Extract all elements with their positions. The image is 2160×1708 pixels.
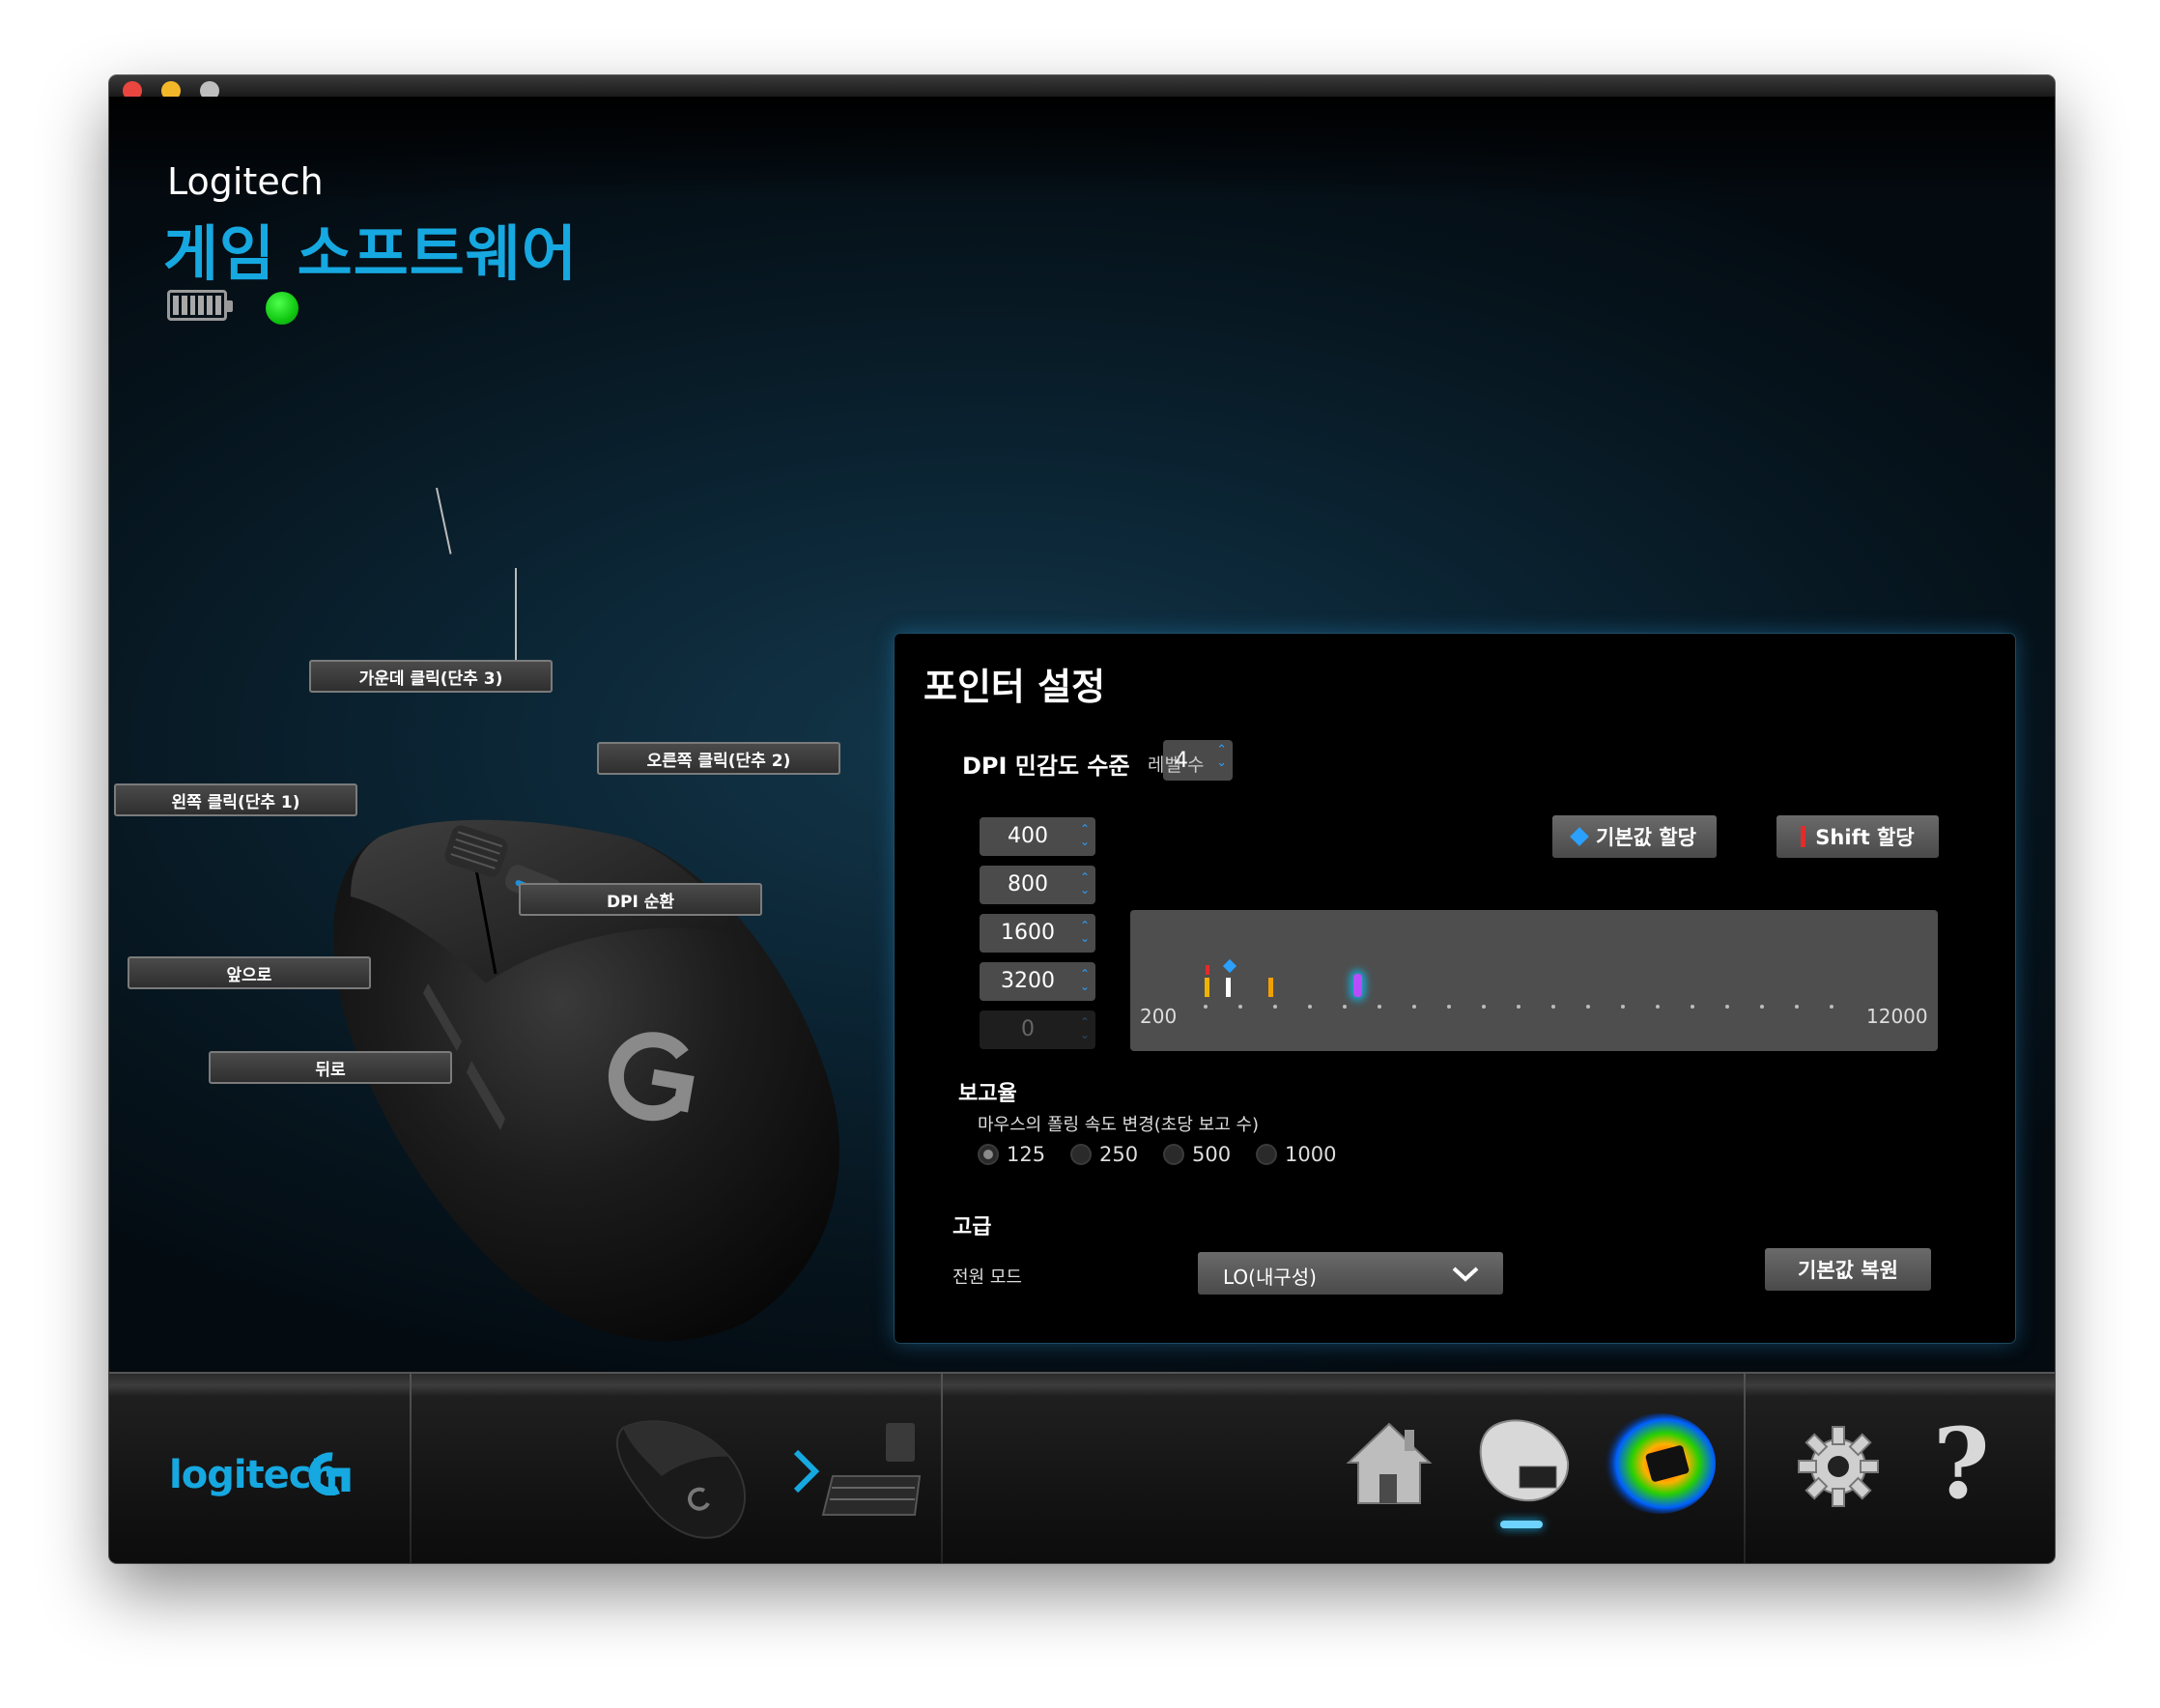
radio-circle-icon <box>978 1144 999 1165</box>
dpi-levels-label: DPI 민감도 수준 <box>962 753 1130 780</box>
assign-default-button[interactable]: 기본값 할당 <box>1552 815 1717 858</box>
label-dpi-cycle[interactable]: DPI 순환 <box>519 883 762 916</box>
keyboard-device-icon[interactable] <box>818 1418 924 1524</box>
report-rate-radio[interactable]: 1000 <box>1256 1143 1336 1166</box>
dpi-marker[interactable] <box>1268 978 1273 997</box>
slider-tick <box>1691 1005 1694 1009</box>
brand-name: Logitech <box>167 160 324 203</box>
slider-tick <box>1795 1005 1799 1009</box>
slider-tick <box>1447 1005 1451 1009</box>
stepper-arrows-icon: ⌃ ⌄ <box>1079 1015 1090 1041</box>
active-tab-indicator <box>1500 1521 1543 1528</box>
slider-tick <box>1517 1005 1521 1009</box>
bottom-divider <box>1744 1372 1746 1563</box>
slider-tick <box>1621 1005 1625 1009</box>
dpi-level-field[interactable]: 800 ⌃ ⌄ <box>980 866 1095 904</box>
advanced-title: 고급 <box>952 1215 992 1239</box>
heatmap-icon[interactable] <box>1602 1410 1718 1517</box>
help-icon[interactable]: ? <box>1933 1407 1990 1521</box>
bottom-divider <box>941 1372 943 1563</box>
shift-marker-icon <box>1801 826 1806 847</box>
power-mode-label: 전원 모드 <box>952 1267 1022 1288</box>
slider-tick <box>1760 1005 1764 1009</box>
chevron-right-icon[interactable] <box>791 1447 820 1495</box>
battery-icon <box>167 290 233 321</box>
report-rate-radio[interactable]: 250 <box>1070 1143 1138 1166</box>
titlebar <box>109 75 2055 100</box>
dpi-marker[interactable] <box>1205 978 1209 997</box>
radio-circle-icon <box>1163 1144 1184 1165</box>
power-mode-value: LO(내구성) <box>1223 1266 1317 1289</box>
shift-marker <box>1206 965 1209 975</box>
label-left-click[interactable]: 왼쪽 클릭(단추 1) <box>114 783 357 816</box>
slider-tick <box>1656 1005 1660 1009</box>
dpi-marker[interactable] <box>1226 978 1231 997</box>
radio-circle-icon <box>1070 1144 1092 1165</box>
report-rate-radio[interactable]: 500 <box>1163 1143 1231 1166</box>
radio-circle-icon <box>1256 1144 1277 1165</box>
scale-max-label: 12000 <box>1866 1005 1928 1028</box>
pointer-settings-panel: 포인터 설정 DPI 민감도 수준 4 ⌃ ⌄ 레벨 수 400 ⌃ ⌄ 800 ⌃ ⌄ … <box>895 634 2015 1343</box>
stepper-arrows-icon: ⌃ ⌄ <box>1079 967 1090 993</box>
bottom-divider <box>410 1372 412 1563</box>
slider-tick <box>1586 1005 1590 1009</box>
bottom-bar <box>109 1372 2055 1563</box>
label-back[interactable]: 뒤로 <box>209 1051 452 1084</box>
home-icon[interactable] <box>1341 1416 1437 1513</box>
chevron-down-icon <box>1452 1267 1479 1282</box>
stepper-arrows-icon: ⌃ ⌄ <box>1079 822 1090 848</box>
slider-tick <box>1204 1005 1208 1009</box>
mouse-device-icon[interactable] <box>604 1409 768 1544</box>
slider-tick <box>1273 1005 1277 1009</box>
slider-tick <box>1378 1005 1381 1009</box>
stepper-arrows-icon: ⌃ ⌄ <box>1079 870 1090 897</box>
dpi-level-field: 0 ⌃ ⌄ <box>980 1011 1095 1049</box>
connection-status-icon <box>266 292 298 325</box>
dpi-level-field[interactable]: 3200 ⌃ ⌄ <box>980 962 1095 1001</box>
slider-tick <box>1412 1005 1416 1009</box>
label-right-click[interactable]: 오른쪽 클릭(단추 2) <box>597 742 840 775</box>
assign-shift-button[interactable]: Shift 할당 <box>1776 815 1939 858</box>
diamond-icon <box>1570 827 1589 846</box>
dpi-marker-selected[interactable] <box>1353 974 1362 997</box>
gear-icon[interactable] <box>1795 1423 1882 1510</box>
report-rate-subtitle: 마우스의 폴링 속도 변경(초당 보고 수) <box>978 1115 1260 1135</box>
stepper-arrows-icon: ⌃ ⌄ <box>1079 919 1090 945</box>
slider-tick <box>1830 1005 1833 1009</box>
slider-tick <box>1308 1005 1312 1009</box>
dpi-level-field[interactable]: 1600 ⌃ ⌄ <box>980 914 1095 953</box>
report-rate-radio[interactable]: 125 <box>978 1143 1045 1166</box>
logitech-g-logo-icon <box>308 1452 351 1495</box>
slider-tick <box>1725 1005 1729 1009</box>
dpi-slider-track[interactable]: 200 12000 <box>1130 910 1938 1051</box>
slider-tick <box>1551 1005 1555 1009</box>
slider-tick <box>1482 1005 1486 1009</box>
leader-line <box>515 568 517 665</box>
product-title: 게임 소프트웨어 <box>163 218 578 289</box>
label-forward[interactable]: 앞으로 <box>128 956 371 989</box>
scale-min-label: 200 <box>1140 1005 1178 1028</box>
leader-line <box>436 487 452 555</box>
slider-tick <box>1238 1005 1242 1009</box>
dpi-level-field[interactable]: 400 ⌃ ⌄ <box>980 817 1095 856</box>
levels-suffix: 레벨 수 <box>1148 754 1205 776</box>
label-middle-click[interactable]: 가운데 클릭(단추 3) <box>309 660 553 693</box>
panel-title: 포인터 설정 <box>924 666 1106 708</box>
slider-tick <box>1343 1005 1347 1009</box>
header-shade <box>109 97 2055 203</box>
pointer-settings-icon[interactable] <box>1471 1413 1577 1510</box>
power-mode-select[interactable]: LO(내구성) <box>1198 1252 1503 1295</box>
default-marker <box>1222 958 1237 974</box>
app-window: Logitech 게임 소프트웨어 가운데 클릭(단추 3) 오른쪽 클릭(단추… <box>109 75 2055 1563</box>
stepper-arrows-icon[interactable]: ⌃ ⌄ <box>1216 744 1227 769</box>
report-rate-title: 보고율 <box>958 1082 1017 1106</box>
restore-defaults-button[interactable]: 기본값 복원 <box>1765 1248 1931 1291</box>
